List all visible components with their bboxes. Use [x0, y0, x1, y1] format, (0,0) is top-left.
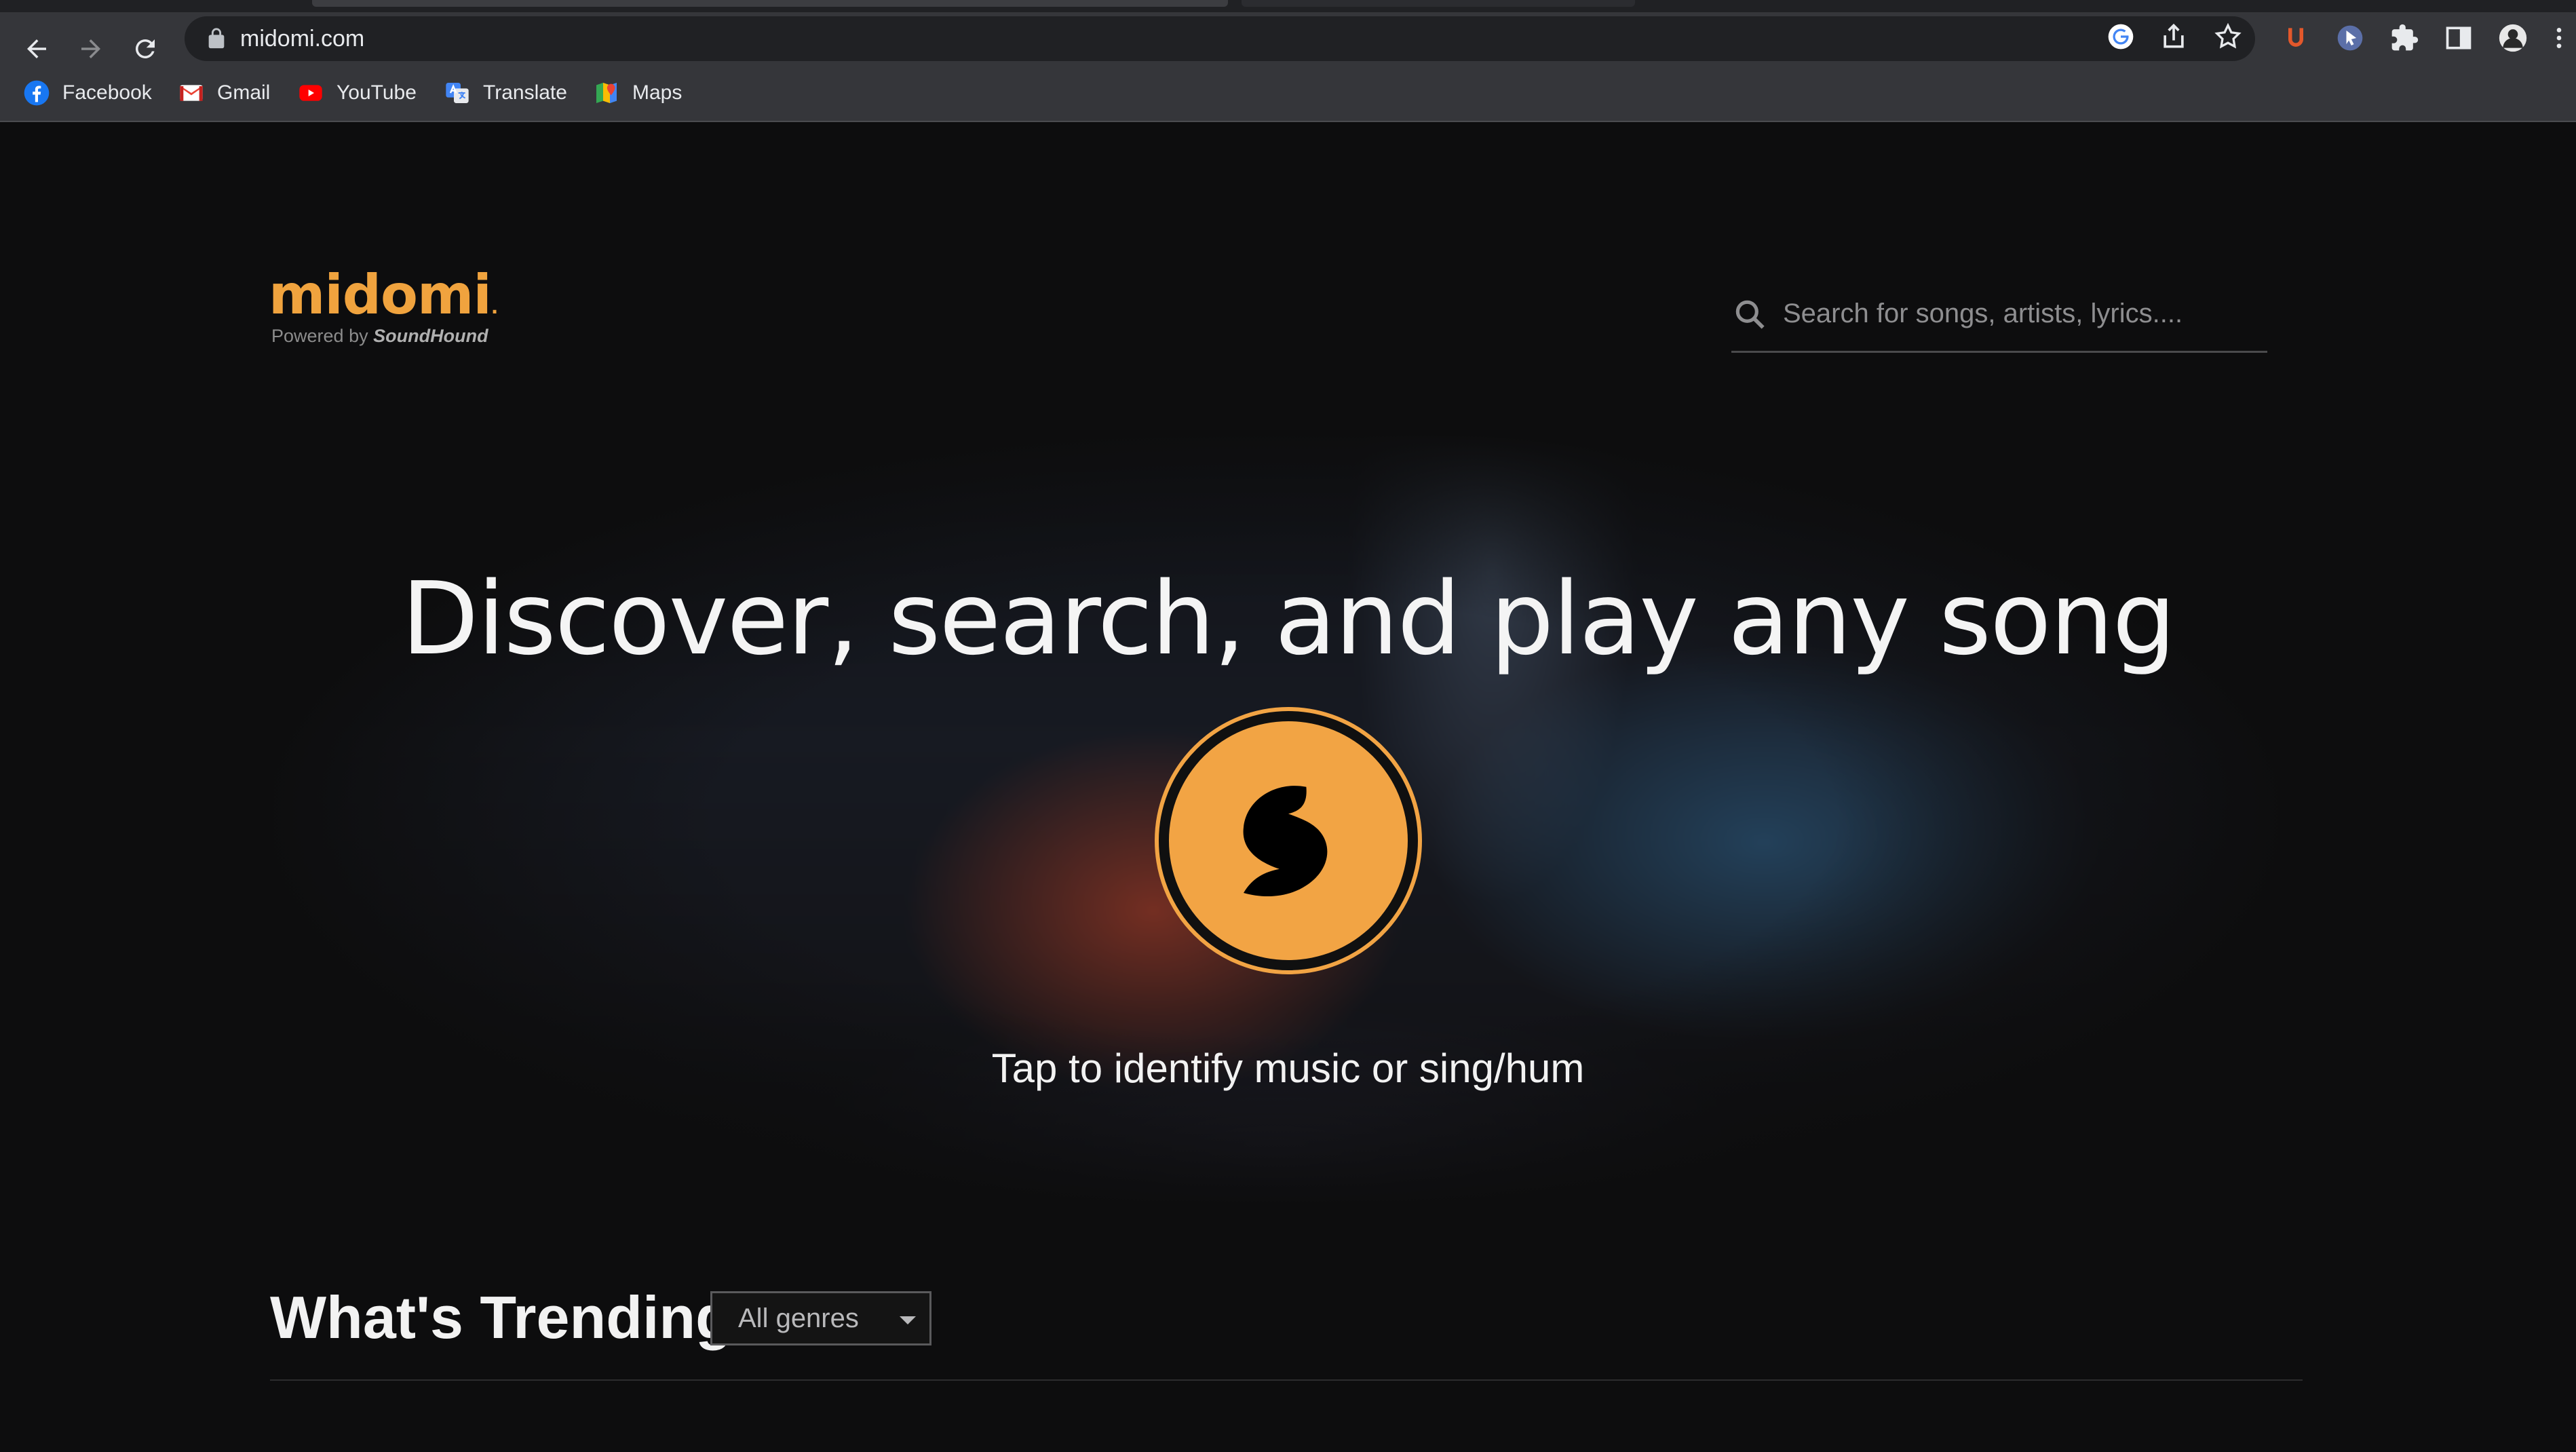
bookmark-label: Translate [483, 81, 567, 104]
logo-mark: . [491, 296, 499, 318]
bookmark-gmail[interactable]: Gmail [178, 77, 270, 109]
side-panel-icon [2446, 26, 2472, 50]
kebab-menu-icon [2556, 28, 2562, 48]
star-icon [2214, 22, 2242, 49]
hero-headline: Discover, search, and play any song [401, 560, 2176, 677]
cursor-extension-icon [2337, 25, 2363, 51]
arrow-right-icon [81, 39, 100, 58]
maps-icon [596, 83, 617, 103]
google-lens-button[interactable] [2103, 19, 2138, 54]
u-extension-icon [2288, 28, 2303, 47]
bookmarks-bar: Facebook Gmail YouTube Translate Maps [0, 62, 2576, 122]
google-icon [2108, 24, 2134, 50]
tab-indicator [1242, 0, 1635, 7]
logo-text: midomi [269, 263, 492, 326]
soundhound-brand: SoundHound [373, 326, 488, 346]
bookmark-label: Gmail [217, 81, 271, 104]
tab-strip [0, 0, 2576, 12]
gmail-icon [180, 85, 203, 101]
reload-icon [135, 39, 155, 58]
bookmark-label: Facebook [62, 81, 152, 104]
bookmark-translate[interactable]: Translate [444, 77, 567, 109]
bookmark-facebook[interactable]: Facebook [23, 77, 152, 109]
caret-down-icon [900, 1316, 916, 1324]
tap-instruction: Tap to identify music or sing/hum [991, 1046, 1585, 1091]
arrow-left-icon [27, 39, 46, 58]
listen-button[interactable] [1155, 707, 1422, 974]
bookmark-label: YouTube [337, 81, 417, 104]
extension-u-button[interactable] [2277, 19, 2315, 57]
lock-icon [208, 28, 225, 49]
profile-button[interactable] [2494, 19, 2532, 57]
share-icon [2164, 23, 2184, 48]
powered-by-text: Powered by SoundHound [271, 326, 488, 347]
bookmark-label: Maps [632, 81, 683, 104]
soundhound-logo-icon [1243, 786, 1328, 897]
url-text[interactable]: midomi.com [240, 24, 364, 53]
translate-icon [446, 83, 469, 103]
share-button[interactable] [2156, 19, 2191, 54]
facebook-icon [24, 80, 50, 106]
genre-dropdown[interactable]: All genres [710, 1291, 931, 1345]
listen-button-face [1169, 721, 1408, 960]
extension-cursor-button[interactable] [2331, 19, 2369, 57]
genre-selected-value: All genres [738, 1303, 859, 1333]
browser-menu-button[interactable] [2545, 19, 2573, 57]
tab-indicator [312, 0, 1228, 7]
address-bar[interactable]: midomi.com [185, 16, 2255, 61]
avatar [2499, 24, 2527, 52]
youtube-icon [299, 85, 322, 101]
extensions-button[interactable] [2385, 19, 2423, 57]
trending-heading: What's Trending [270, 1284, 732, 1351]
bookmark-star-button[interactable] [2210, 19, 2246, 54]
puzzle-icon [2391, 24, 2419, 51]
search-icon [1731, 296, 1769, 334]
page-content: midomi. Powered by SoundHound Discover, … [0, 123, 2576, 1452]
divider [270, 1379, 2303, 1381]
bookmark-maps[interactable]: Maps [593, 77, 682, 109]
bookmark-youtube[interactable]: YouTube [297, 77, 417, 109]
midomi-logo[interactable]: midomi. Powered by SoundHound [269, 263, 499, 347]
powered-by-label: Powered by [271, 326, 368, 346]
search-input[interactable] [1783, 293, 2258, 334]
side-panel-button[interactable] [2440, 19, 2478, 57]
search-box [1731, 278, 2267, 353]
